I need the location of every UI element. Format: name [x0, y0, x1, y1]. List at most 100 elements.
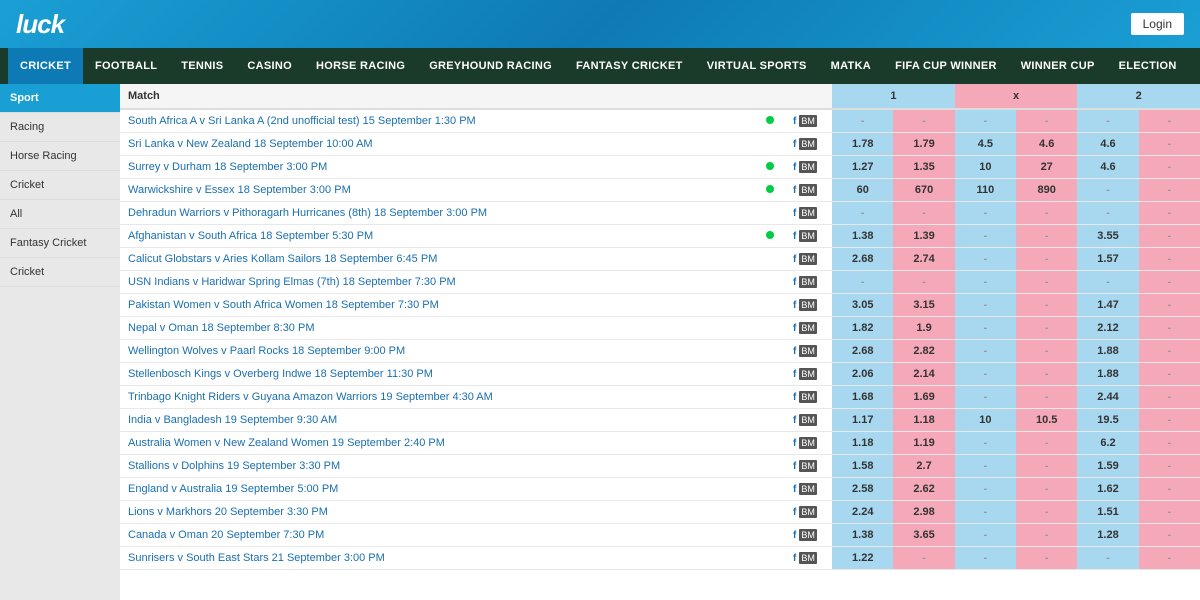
- odds-cell[interactable]: -: [955, 340, 1016, 363]
- match-name[interactable]: Afghanistan v South Africa 18 September …: [120, 225, 762, 248]
- odds-cell[interactable]: 4.6: [1077, 133, 1138, 156]
- odds-cell[interactable]: -: [1016, 524, 1077, 547]
- odds-cell[interactable]: 6.2: [1077, 432, 1138, 455]
- odds-cell[interactable]: 4.6: [1016, 133, 1077, 156]
- odds-cell[interactable]: -: [1139, 225, 1200, 248]
- odds-cell[interactable]: 10: [955, 156, 1016, 179]
- nav-item-fantasy[interactable]: FANTASY CRICKET: [564, 48, 695, 84]
- odds-cell[interactable]: -: [1139, 547, 1200, 570]
- odds-cell[interactable]: 3.05: [832, 294, 893, 317]
- odds-cell[interactable]: -: [1016, 363, 1077, 386]
- odds-cell[interactable]: -: [1016, 340, 1077, 363]
- odds-cell[interactable]: 2.12: [1077, 317, 1138, 340]
- odds-cell[interactable]: -: [1139, 386, 1200, 409]
- odds-cell[interactable]: 2.44: [1077, 386, 1138, 409]
- odds-cell[interactable]: 1.68: [832, 386, 893, 409]
- odds-cell[interactable]: 1.69: [893, 386, 954, 409]
- odds-cell[interactable]: 1.9: [893, 317, 954, 340]
- odds-cell[interactable]: 1.17: [832, 409, 893, 432]
- odds-cell[interactable]: -: [1016, 248, 1077, 271]
- nav-item-horse-racing[interactable]: HORSE RACING: [304, 48, 417, 84]
- odds-cell[interactable]: -: [955, 547, 1016, 570]
- match-name[interactable]: Lions v Markhors 20 September 3:30 PM: [120, 501, 762, 524]
- odds-cell[interactable]: 2.68: [832, 248, 893, 271]
- odds-cell[interactable]: -: [1016, 432, 1077, 455]
- odds-cell[interactable]: 2.74: [893, 248, 954, 271]
- odds-cell[interactable]: -: [1139, 109, 1200, 133]
- match-name[interactable]: Canada v Oman 20 September 7:30 PM: [120, 524, 762, 547]
- odds-cell[interactable]: -: [1139, 478, 1200, 501]
- odds-cell[interactable]: 1.88: [1077, 363, 1138, 386]
- odds-cell[interactable]: 2.62: [893, 478, 954, 501]
- nav-item-virtual[interactable]: VIRTUAL SPORTS: [695, 48, 819, 84]
- odds-cell[interactable]: 2.68: [832, 340, 893, 363]
- match-name[interactable]: Dehradun Warriors v Pithoragarh Hurrican…: [120, 202, 762, 225]
- match-name[interactable]: England v Australia 19 September 5:00 PM: [120, 478, 762, 501]
- odds-cell[interactable]: 27: [1016, 156, 1077, 179]
- odds-cell[interactable]: 1.18: [893, 409, 954, 432]
- match-name[interactable]: Surrey v Durham 18 September 3:00 PM: [120, 156, 762, 179]
- odds-cell[interactable]: -: [1016, 294, 1077, 317]
- odds-cell[interactable]: -: [1016, 547, 1077, 570]
- nav-item-greyhound[interactable]: GREYHOUND RACING: [417, 48, 564, 84]
- odds-cell[interactable]: 1.38: [832, 524, 893, 547]
- odds-cell[interactable]: -: [1077, 179, 1138, 202]
- odds-cell[interactable]: 4.5: [955, 133, 1016, 156]
- odds-cell[interactable]: -: [955, 432, 1016, 455]
- odds-cell[interactable]: 1.18: [832, 432, 893, 455]
- odds-cell[interactable]: 1.79: [893, 133, 954, 156]
- odds-cell[interactable]: -: [1016, 109, 1077, 133]
- match-name[interactable]: Wellington Wolves v Paarl Rocks 18 Septe…: [120, 340, 762, 363]
- odds-cell[interactable]: 890: [1016, 179, 1077, 202]
- odds-cell[interactable]: 3.15: [893, 294, 954, 317]
- odds-cell[interactable]: -: [955, 386, 1016, 409]
- match-name[interactable]: Australia Women v New Zealand Women 19 S…: [120, 432, 762, 455]
- odds-cell[interactable]: 1.19: [893, 432, 954, 455]
- odds-cell[interactable]: -: [1139, 363, 1200, 386]
- odds-cell[interactable]: 2.98: [893, 501, 954, 524]
- match-name[interactable]: Nepal v Oman 18 September 8:30 PM: [120, 317, 762, 340]
- nav-item-matka[interactable]: MATKA: [819, 48, 883, 84]
- odds-cell[interactable]: 2.82: [893, 340, 954, 363]
- sidebar-item-fantasy[interactable]: Fantasy Cricket: [0, 229, 120, 258]
- odds-cell[interactable]: -: [832, 202, 893, 225]
- odds-cell[interactable]: 1.35: [893, 156, 954, 179]
- odds-cell[interactable]: -: [955, 363, 1016, 386]
- odds-cell[interactable]: -: [1139, 156, 1200, 179]
- sidebar-item-horse-racing[interactable]: Horse Racing: [0, 142, 120, 171]
- sidebar-item-racing[interactable]: Racing: [0, 113, 120, 142]
- odds-cell[interactable]: -: [1139, 179, 1200, 202]
- odds-cell[interactable]: -: [832, 109, 893, 133]
- match-name[interactable]: Warwickshire v Essex 18 September 3:00 P…: [120, 179, 762, 202]
- odds-cell[interactable]: 670: [893, 179, 954, 202]
- odds-cell[interactable]: 1.38: [832, 225, 893, 248]
- odds-cell[interactable]: -: [1016, 202, 1077, 225]
- odds-cell[interactable]: -: [955, 455, 1016, 478]
- odds-cell[interactable]: 2.06: [832, 363, 893, 386]
- odds-cell[interactable]: -: [1016, 271, 1077, 294]
- odds-cell[interactable]: 2.24: [832, 501, 893, 524]
- odds-cell[interactable]: -: [955, 317, 1016, 340]
- sidebar-item-cricket[interactable]: Cricket: [0, 171, 120, 200]
- odds-cell[interactable]: 10: [955, 409, 1016, 432]
- odds-cell[interactable]: -: [955, 478, 1016, 501]
- odds-cell[interactable]: 1.51: [1077, 501, 1138, 524]
- odds-cell[interactable]: -: [955, 225, 1016, 248]
- odds-cell[interactable]: -: [1016, 501, 1077, 524]
- odds-cell[interactable]: -: [1016, 455, 1077, 478]
- odds-cell[interactable]: 1.59: [1077, 455, 1138, 478]
- odds-cell[interactable]: -: [955, 248, 1016, 271]
- odds-cell[interactable]: 60: [832, 179, 893, 202]
- odds-cell[interactable]: -: [1139, 432, 1200, 455]
- match-name[interactable]: Trinbago Knight Riders v Guyana Amazon W…: [120, 386, 762, 409]
- odds-cell[interactable]: -: [1139, 271, 1200, 294]
- odds-cell[interactable]: -: [893, 202, 954, 225]
- match-name[interactable]: USN Indians v Haridwar Spring Elmas (7th…: [120, 271, 762, 294]
- nav-item-winner[interactable]: WINNER CUP: [1009, 48, 1107, 84]
- odds-cell[interactable]: -: [1016, 478, 1077, 501]
- odds-cell[interactable]: 1.28: [1077, 524, 1138, 547]
- match-name[interactable]: Sri Lanka v New Zealand 18 September 10:…: [120, 133, 762, 156]
- odds-cell[interactable]: -: [1139, 294, 1200, 317]
- sidebar-item-cricket2[interactable]: Cricket: [0, 258, 120, 287]
- sidebar-item-sport[interactable]: Sport: [0, 84, 120, 113]
